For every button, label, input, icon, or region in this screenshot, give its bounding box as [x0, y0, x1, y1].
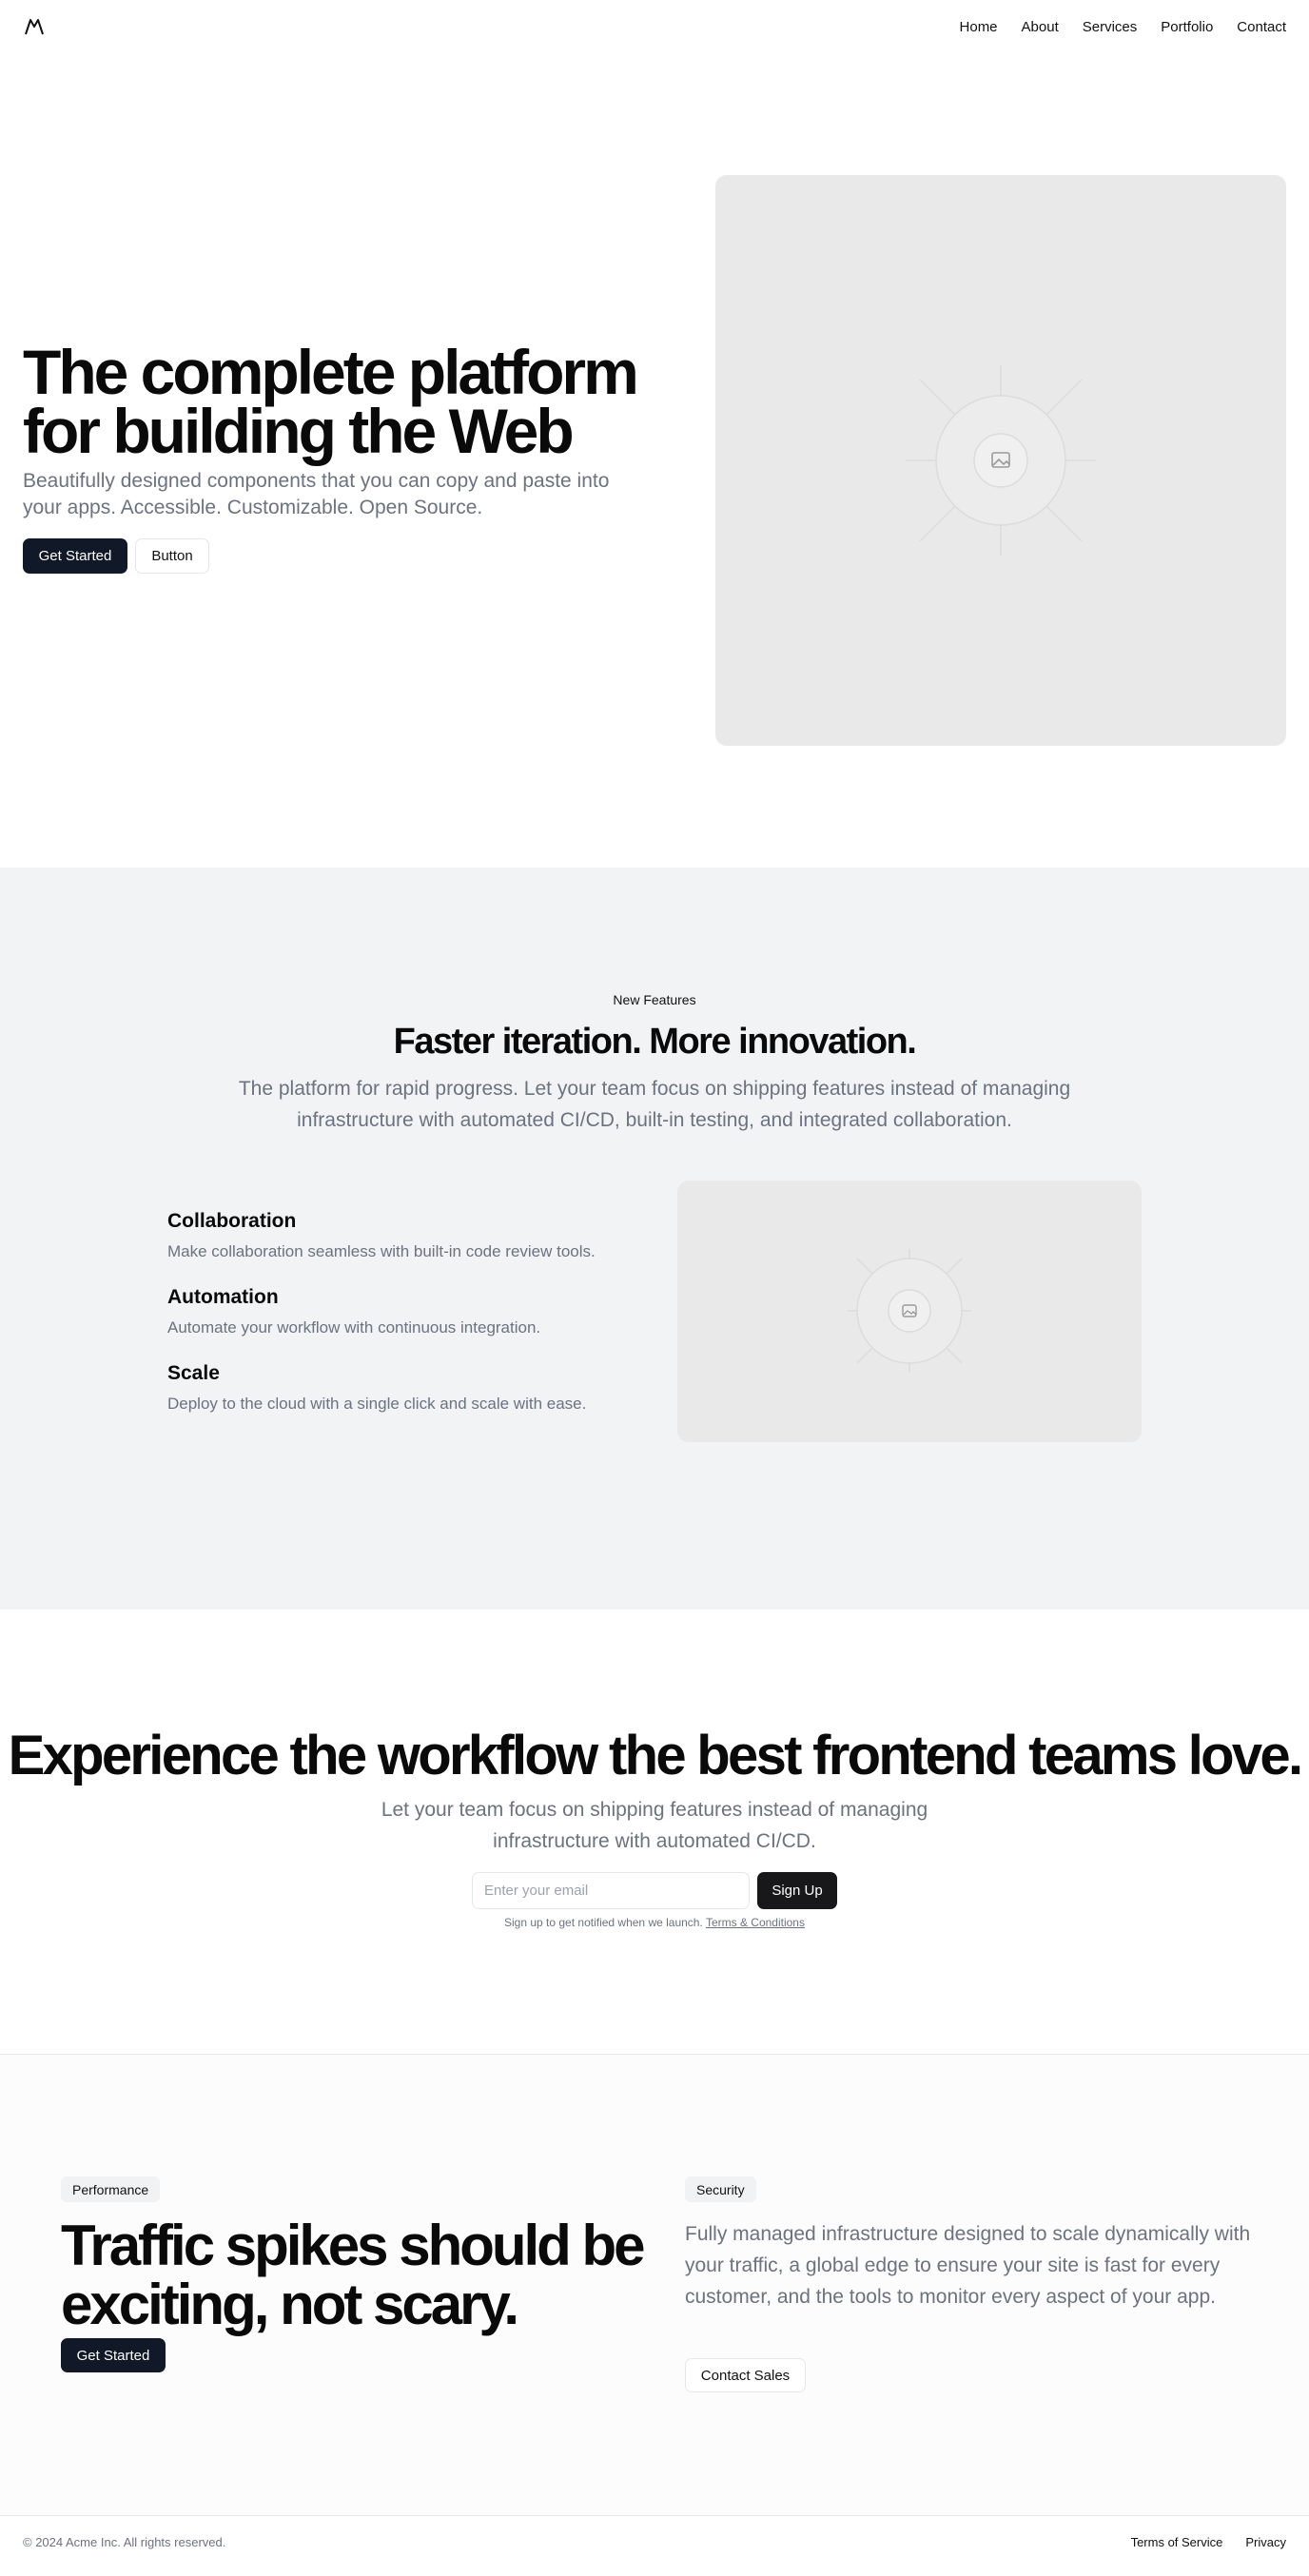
performance-title: Traffic spikes should be exciting, not s…	[61, 2214, 646, 2336]
get-started-button[interactable]: Get Started	[23, 538, 127, 574]
hero-title: The complete platform for building the W…	[23, 337, 639, 466]
nav-home[interactable]: Home	[960, 19, 998, 35]
feature-automation: Automation Automate your workflow with c…	[167, 1286, 643, 1337]
sign-up-button[interactable]: Sign Up	[757, 1872, 837, 1909]
hero-subtitle: Beautifully designed components that you…	[23, 470, 610, 518]
mountain-icon[interactable]	[23, 15, 46, 38]
security-tag: Security	[685, 2176, 756, 2202]
image-placeholder-icon	[906, 365, 1096, 556]
feature-description: Automate your workflow with continuous i…	[167, 1318, 541, 1337]
features-image-placeholder	[677, 1181, 1142, 1442]
cta-note-text: Sign up to get notified when we launch.	[504, 1916, 703, 1929]
footer-links: Terms of Service Privacy	[1131, 2535, 1286, 2549]
security-text: Fully managed infrastructure designed to…	[685, 2223, 1251, 2308]
privacy-link[interactable]: Privacy	[1245, 2535, 1286, 2549]
cta-note: Sign up to get notified when we launch. …	[0, 1916, 1309, 1929]
get-started-button[interactable]: Get Started	[61, 2338, 166, 2372]
feature-description: Deploy to the cloud with a single click …	[167, 1395, 587, 1413]
email-input[interactable]	[472, 1872, 750, 1909]
feature-title: Collaboration	[167, 1210, 297, 1232]
feature-scale: Scale Deploy to the cloud with a single …	[167, 1362, 643, 1414]
nav-portfolio[interactable]: Portfolio	[1161, 19, 1213, 35]
features-title: Faster iteration. More innovation.	[393, 1022, 917, 1062]
secondary-button[interactable]: Button	[135, 538, 209, 574]
features-subtitle: The platform for rapid progress. Let you…	[238, 1078, 1071, 1131]
feature-title: Automation	[167, 1286, 279, 1308]
nav-contact[interactable]: Contact	[1237, 19, 1286, 35]
feature-description: Make collaboration seamless with built-i…	[167, 1242, 596, 1260]
feature-title: Scale	[167, 1362, 220, 1384]
features-eyebrow: New Features	[613, 992, 696, 1007]
terms-of-service-link[interactable]: Terms of Service	[1131, 2535, 1223, 2549]
nav-about[interactable]: About	[1022, 19, 1059, 35]
main-nav: Home About Services Portfolio Contact	[960, 0, 1286, 53]
feature-collaboration: Collaboration Make collaboration seamles…	[167, 1210, 643, 1261]
hero-image-placeholder	[715, 175, 1286, 746]
performance-tag: Performance	[61, 2176, 161, 2202]
nav-services[interactable]: Services	[1083, 19, 1138, 35]
image-placeholder-icon	[848, 1249, 971, 1373]
copyright: © 2024 Acme Inc. All rights reserved.	[23, 2535, 226, 2549]
cta-title: Experience the workflow the best fronten…	[8, 1725, 1304, 1786]
cta-subtitle: Let your team focus on shipping features…	[381, 1799, 928, 1852]
footer-divider	[0, 2515, 1309, 2516]
contact-sales-button[interactable]: Contact Sales	[685, 2358, 806, 2392]
site-header: Home About Services Portfolio Contact	[0, 0, 1309, 53]
terms-link[interactable]: Terms & Conditions	[706, 1916, 805, 1929]
